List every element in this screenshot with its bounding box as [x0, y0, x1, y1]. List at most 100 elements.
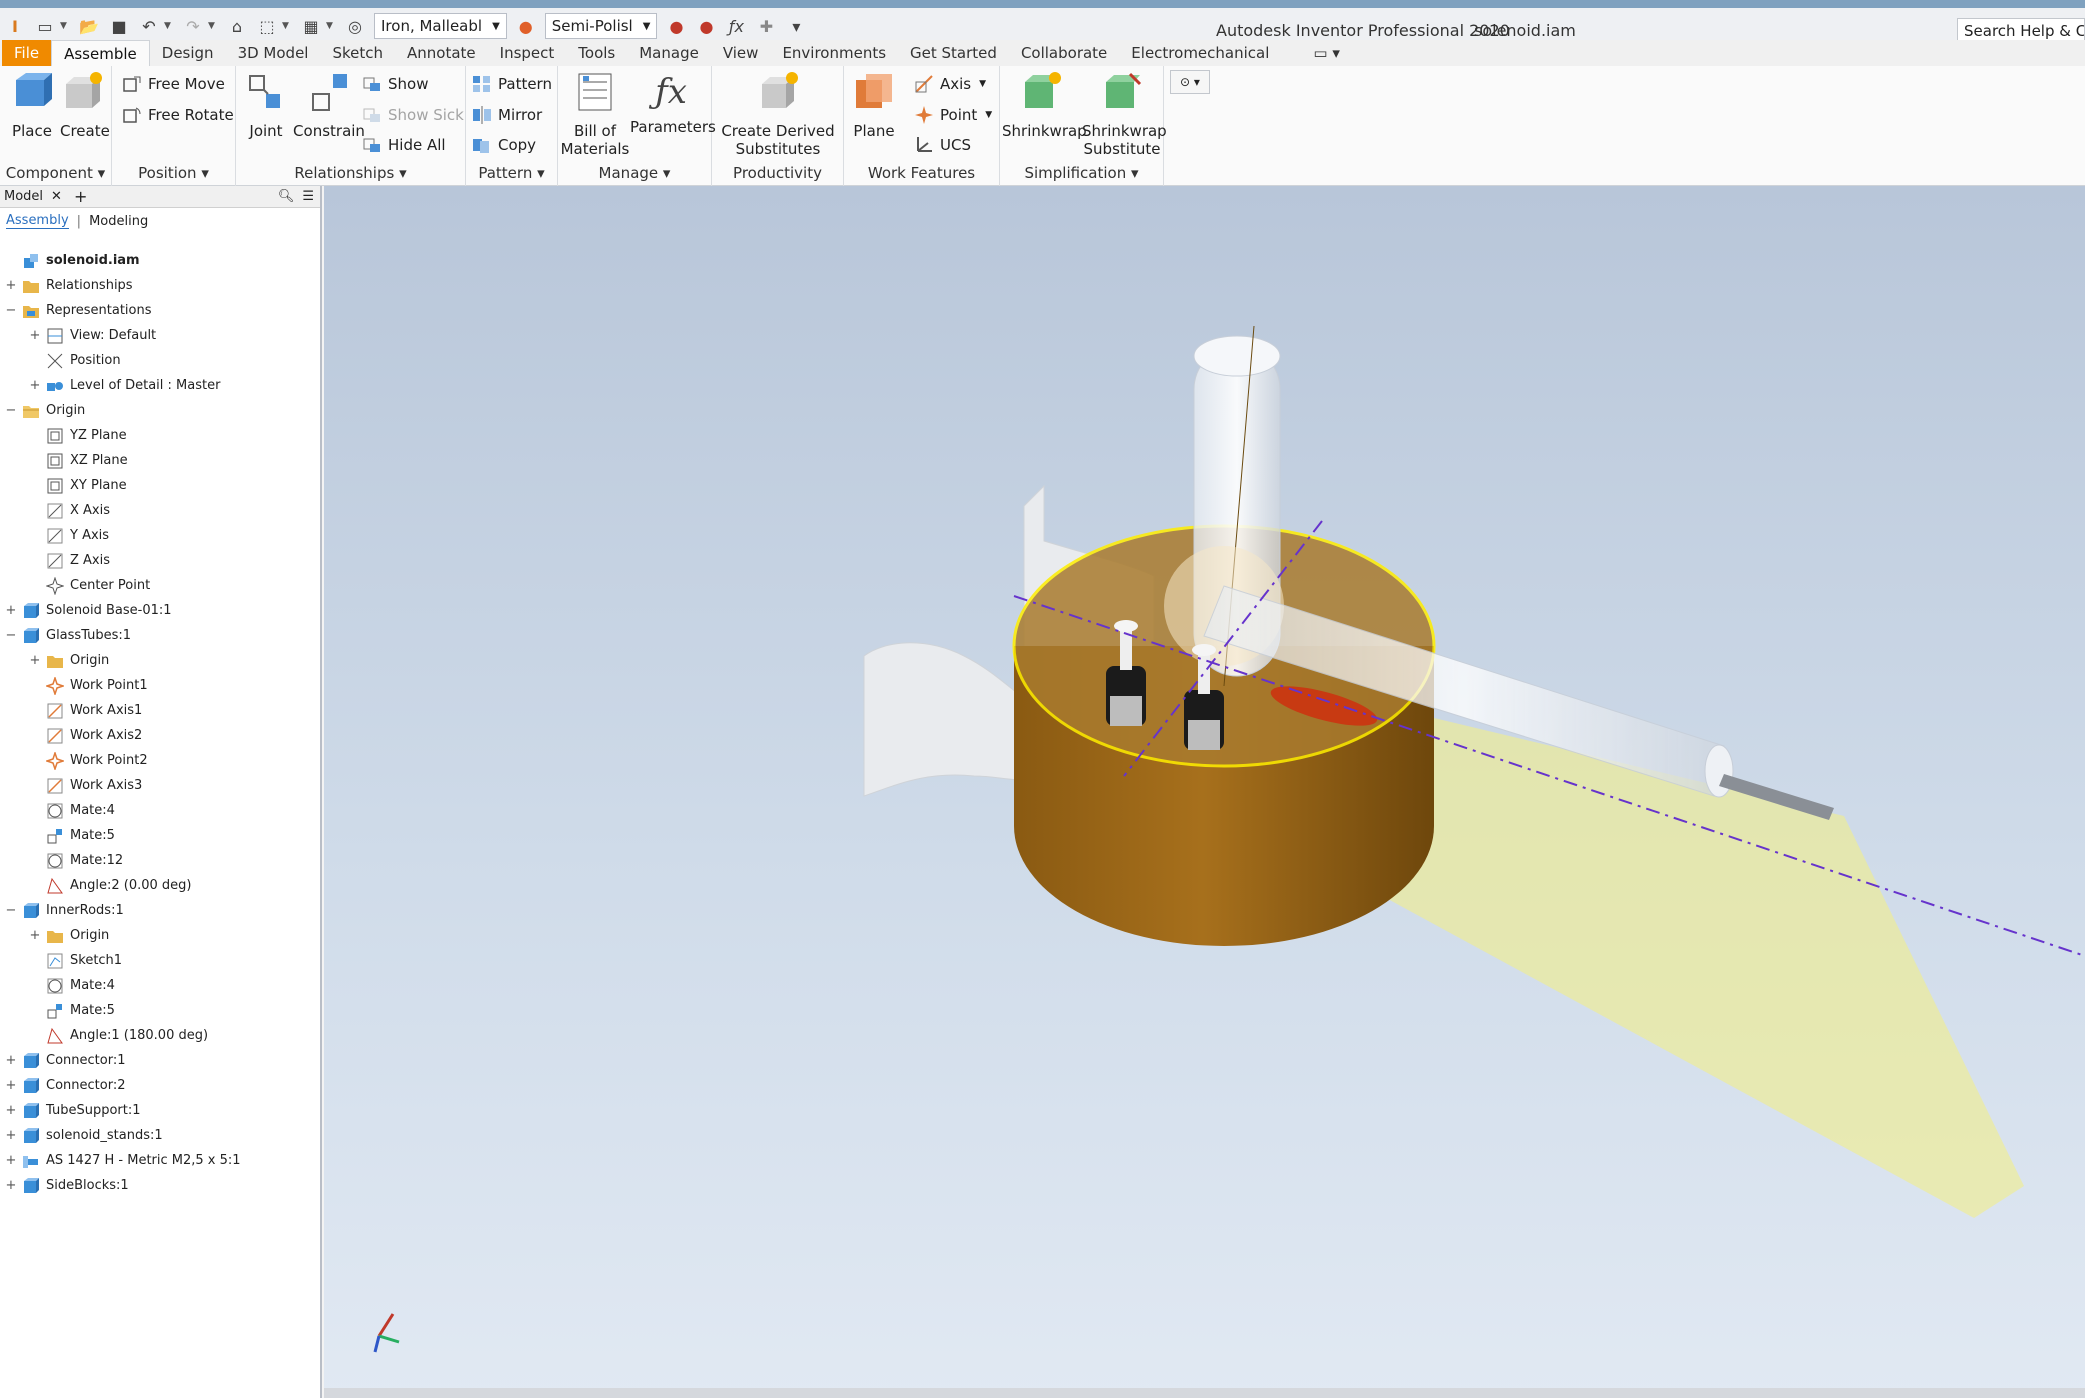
browser-item[interactable]: Mate:5	[0, 823, 115, 848]
expand-icon[interactable]: +	[28, 653, 42, 668]
tab-collaborate[interactable]: Collaborate	[1009, 40, 1119, 66]
browser-item[interactable]: + Connector:1	[0, 1048, 125, 1073]
tab-view[interactable]: View	[711, 40, 771, 66]
tab-tools[interactable]: Tools	[566, 40, 627, 66]
bill-of-materials-button[interactable]: Bill of Materials	[560, 70, 630, 158]
tab-model[interactable]: Model	[4, 189, 43, 204]
panel-label-component[interactable]: Component ▾	[0, 164, 111, 182]
browser-item[interactable]: − InnerRods:1	[0, 898, 124, 923]
browser-item[interactable]: − Origin	[0, 398, 86, 423]
browser-item[interactable]: YZ Plane	[0, 423, 127, 448]
tab-environments[interactable]: Environments	[770, 40, 898, 66]
undo-icon[interactable]: ↶	[138, 15, 160, 37]
tab-inspect[interactable]: Inspect	[488, 40, 567, 66]
browser-item[interactable]: Angle:1 (180.00 deg)	[0, 1023, 208, 1048]
browser-item[interactable]: + Level of Detail : Master	[0, 373, 221, 398]
expand-icon[interactable]: +	[4, 1153, 18, 1168]
browser-item[interactable]: Work Axis1	[0, 698, 142, 723]
search-icon[interactable]: 🔍︎	[278, 189, 295, 204]
browser-item[interactable]: Angle:2 (0.00 deg)	[0, 873, 192, 898]
browser-item[interactable]: Work Axis2	[0, 723, 142, 748]
browser-item[interactable]: Mate:4	[0, 973, 115, 998]
browser-item[interactable]: Work Point1	[0, 673, 148, 698]
place-button[interactable]: Place	[8, 70, 56, 140]
expand-icon[interactable]: +	[28, 328, 42, 343]
browser-item[interactable]: XZ Plane	[0, 448, 128, 473]
open-file-icon[interactable]: 📂	[78, 15, 100, 37]
expand-icon[interactable]: +	[4, 1178, 18, 1193]
collapse-icon[interactable]: −	[4, 403, 18, 418]
browser-item[interactable]: + Origin	[0, 923, 110, 948]
browser-item[interactable]: Z Axis	[0, 548, 110, 573]
appearance-select[interactable]: Semi-Polisl ▼	[544, 13, 658, 39]
browser-item[interactable]: + SideBlocks:1	[0, 1173, 129, 1198]
fx-icon[interactable]: ƒx	[725, 15, 747, 37]
browser-item[interactable]: XY Plane	[0, 473, 127, 498]
chevron-down-icon[interactable]: ▼	[60, 21, 70, 31]
expand-icon[interactable]: +	[4, 278, 18, 293]
collapse-icon[interactable]: −	[4, 903, 18, 918]
browser-item[interactable]: X Axis	[0, 498, 110, 523]
browser-item[interactable]: Mate:12	[0, 848, 123, 873]
panel-label-pattern[interactable]: Pattern ▾	[466, 164, 557, 182]
show-sick-button[interactable]: Show Sick	[362, 102, 464, 128]
close-icon[interactable]: ✕	[51, 189, 62, 204]
browser-item[interactable]: + TubeSupport:1	[0, 1098, 141, 1123]
menu-icon[interactable]: ☰	[302, 189, 314, 204]
graphics-viewport[interactable]	[324, 186, 2085, 1398]
material-select[interactable]: Iron, Malleabl ▼	[374, 13, 507, 39]
chevron-down-icon[interactable]: ▼	[164, 21, 174, 31]
joint-button[interactable]: Joint	[242, 70, 290, 140]
browser-item[interactable]: − GlassTubes:1	[0, 623, 131, 648]
tab-sketch[interactable]: Sketch	[320, 40, 395, 66]
expand-icon[interactable]: +	[4, 1078, 18, 1093]
axis-button[interactable]: Axis ▼	[914, 71, 986, 97]
collapse-icon[interactable]: −	[4, 303, 18, 318]
hide-all-button[interactable]: Hide All	[362, 132, 446, 158]
camera-dropdown-icon[interactable]: ▭ ▾	[1301, 40, 1351, 66]
tab-file[interactable]: File	[2, 40, 52, 66]
browser-item[interactable]: + Relationships	[0, 273, 133, 298]
clear-appearance-icon[interactable]: ●	[695, 15, 717, 37]
redo-icon[interactable]: ↷	[182, 15, 204, 37]
chevron-down-icon[interactable]: ▼	[326, 21, 336, 31]
browser-item[interactable]: + solenoid_stands:1	[0, 1123, 163, 1148]
new-file-icon[interactable]: ▭	[34, 15, 56, 37]
browser-item[interactable]: + Origin	[0, 648, 110, 673]
measure-icon[interactable]: ▦	[300, 15, 322, 37]
collapse-icon[interactable]: −	[4, 628, 18, 643]
view-cube-triad[interactable]	[373, 1313, 400, 1353]
chevron-down-icon[interactable]: ▼	[282, 21, 292, 31]
panel-label-position[interactable]: Position ▾	[112, 164, 235, 182]
browser-item[interactable]: Position	[0, 348, 121, 373]
browser-item[interactable]: Y Axis	[0, 523, 109, 548]
browser-item[interactable]: + AS 1427 H - Metric M2,5 x 5:1	[0, 1148, 241, 1173]
expand-icon[interactable]: +	[28, 928, 42, 943]
copy-button[interactable]: Copy	[472, 132, 536, 158]
browser-item[interactable]: Center Point	[0, 573, 150, 598]
show-button[interactable]: Show	[362, 71, 428, 97]
panel-label-simplification[interactable]: Simplification ▾	[1000, 164, 1163, 182]
expand-icon[interactable]: +	[4, 603, 18, 618]
tab-manage[interactable]: Manage	[627, 40, 711, 66]
browser-item[interactable]: Work Axis3	[0, 773, 142, 798]
customize-icon[interactable]: ▾	[785, 15, 807, 37]
add-tab-icon[interactable]: +	[74, 187, 87, 206]
tab-modeling[interactable]: Modeling	[89, 214, 148, 229]
create-derived-substitutes-button[interactable]: Create Derived Substitutes	[714, 70, 842, 158]
shrinkwrap-button[interactable]: Shrinkwrap	[1002, 70, 1087, 140]
plus-icon[interactable]: ✚	[755, 15, 777, 37]
adjust-icon[interactable]: ●	[665, 15, 687, 37]
free-rotate-button[interactable]: Free Rotate	[122, 102, 234, 128]
panel-label-manage[interactable]: Manage ▾	[558, 164, 711, 182]
tab-annotate[interactable]: Annotate	[395, 40, 488, 66]
chevron-down-icon[interactable]: ▼	[208, 21, 218, 31]
mirror-button[interactable]: Mirror	[472, 102, 542, 128]
browser-item[interactable]: + Connector:2	[0, 1073, 125, 1098]
browser-item[interactable]: Sketch1	[0, 948, 122, 973]
free-move-button[interactable]: Free Move	[122, 71, 225, 97]
tab-assembly[interactable]: Assembly	[6, 213, 69, 229]
browser-item[interactable]: − Representations	[0, 298, 152, 323]
tab-design[interactable]: Design	[150, 40, 226, 66]
expand-icon[interactable]: +	[28, 378, 42, 393]
